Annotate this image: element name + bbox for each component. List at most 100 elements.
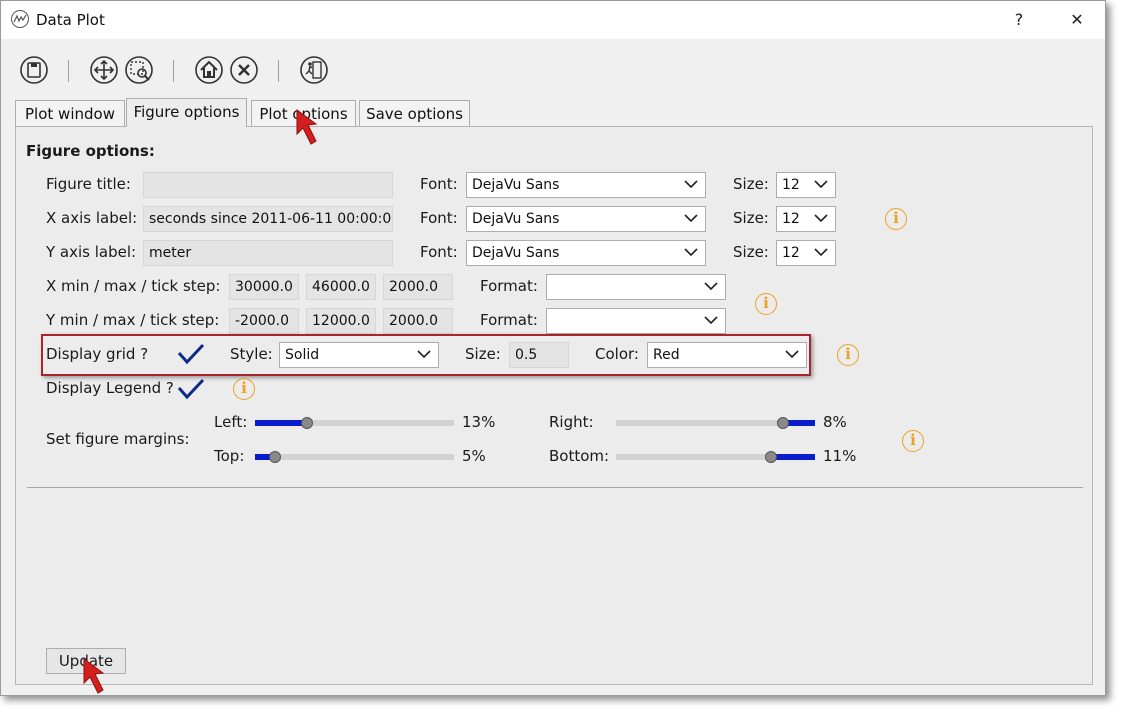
margin-right-label: Right: [549, 413, 594, 431]
info-icon[interactable]: i [837, 344, 859, 366]
info-icon[interactable]: i [233, 378, 255, 400]
grid-style-select[interactable]: Solid [279, 342, 439, 368]
toolbar-separator [278, 60, 279, 82]
toolbar-separator [68, 60, 69, 82]
divider [27, 487, 1083, 488]
grid-color-label: Color: [595, 345, 639, 363]
x-format-select[interactable] [546, 274, 726, 300]
y-axis-label-input[interactable]: meter [143, 240, 393, 266]
grid-style-value: Solid [285, 347, 320, 363]
grid-color-select[interactable]: Red [647, 342, 807, 368]
margin-left-value: 13% [462, 413, 496, 431]
grid-size-input[interactable]: 0.5 [509, 342, 569, 368]
grid-color-value: Red [653, 347, 680, 363]
title-font-label: Font: [420, 175, 458, 193]
chevron-down-icon [684, 180, 698, 189]
section-title: Figure options: [26, 142, 155, 160]
x-font-select[interactable]: DejaVu Sans [466, 206, 706, 232]
figure-title-input[interactable] [143, 172, 393, 198]
margin-top-value: 5% [462, 447, 486, 465]
title-size-value: 12 [782, 177, 800, 193]
chevron-down-icon [704, 282, 718, 291]
title-size-select[interactable]: 12 [776, 172, 836, 198]
x-axis-label-input[interactable]: seconds since 2011-06-11 00:00:00 U [143, 206, 393, 232]
tab-save-options[interactable]: Save options [359, 100, 470, 127]
y-format-label: Format: [480, 311, 538, 329]
display-grid-checkbox[interactable] [177, 343, 205, 365]
toolbar-separator [173, 60, 174, 82]
chevron-down-icon [684, 248, 698, 257]
y-min-input[interactable]: -2000.0 [229, 308, 299, 334]
info-icon[interactable]: i [755, 293, 777, 315]
y-range-label: Y min / max / tick step: [46, 311, 220, 329]
app-icon [11, 10, 29, 28]
chevron-down-icon [814, 180, 828, 189]
slider-track [255, 454, 454, 460]
x-min-input[interactable]: 30000.0 [229, 274, 299, 300]
zoom-rect-icon[interactable] [124, 55, 154, 85]
x-size-select[interactable]: 12 [776, 206, 836, 232]
display-legend-label: Display Legend ? [46, 379, 174, 397]
info-icon[interactable]: i [885, 208, 907, 230]
info-icon[interactable]: i [902, 430, 924, 452]
margin-bottom-value: 11% [823, 447, 857, 465]
slider-handle[interactable] [269, 451, 281, 463]
pan-icon[interactable] [89, 55, 119, 85]
slider-handle[interactable] [777, 417, 789, 429]
save-icon[interactable] [19, 55, 49, 85]
y-axis-label-label: Y axis label: [46, 243, 137, 261]
chevron-down-icon [704, 316, 718, 325]
grid-size-label: Size: [465, 345, 501, 363]
y-size-label: Size: [733, 243, 769, 261]
slider-handle[interactable] [765, 451, 777, 463]
data-plot-window: Data Plot ? ✕ Plot window Figure options [0, 0, 1106, 696]
x-range-label: X min / max / tick step: [46, 277, 221, 295]
chevron-down-icon [814, 214, 828, 223]
slider-fill [255, 420, 307, 426]
window-title: Data Plot [36, 11, 105, 29]
slider-handle[interactable] [301, 417, 313, 429]
x-step-input[interactable]: 2000.0 [383, 274, 453, 300]
y-font-value: DejaVu Sans [472, 245, 560, 261]
margin-bottom-label: Bottom: [549, 447, 610, 465]
y-max-input[interactable]: 12000.0 [306, 308, 376, 334]
margins-label: Set figure margins: [46, 430, 190, 448]
close-button[interactable]: ✕ [1062, 7, 1092, 33]
tab-figure-options[interactable]: Figure options [126, 98, 247, 127]
title-font-value: DejaVu Sans [472, 177, 560, 193]
pointer-arrow-icon [83, 658, 105, 694]
title-size-label: Size: [733, 175, 769, 193]
chevron-down-icon [684, 214, 698, 223]
margin-right-value: 8% [823, 413, 847, 431]
title-font-select[interactable]: DejaVu Sans [466, 172, 706, 198]
x-size-label: Size: [733, 209, 769, 227]
chevron-down-icon [417, 350, 431, 359]
exit-icon[interactable] [299, 55, 329, 85]
x-size-value: 12 [782, 211, 800, 227]
x-font-value: DejaVu Sans [472, 211, 560, 227]
x-axis-label-label: X axis label: [46, 209, 138, 227]
figure-title-label: Figure title: [46, 175, 131, 193]
x-max-input[interactable]: 46000.0 [306, 274, 376, 300]
help-button[interactable]: ? [1004, 7, 1034, 33]
pointer-arrow-icon [296, 109, 318, 145]
x-font-label: Font: [420, 209, 458, 227]
y-size-select[interactable]: 12 [776, 240, 836, 266]
y-format-select[interactable] [546, 308, 726, 334]
slider-fill [771, 454, 815, 460]
y-font-select[interactable]: DejaVu Sans [466, 240, 706, 266]
y-size-value: 12 [782, 245, 800, 261]
home-icon[interactable] [194, 55, 224, 85]
display-legend-checkbox[interactable] [177, 378, 205, 400]
grid-style-label: Style: [230, 345, 273, 363]
chevron-down-icon [785, 350, 799, 359]
y-step-input[interactable]: 2000.0 [383, 308, 453, 334]
margin-top-label: Top: [214, 447, 245, 465]
clear-icon[interactable] [229, 55, 259, 85]
margin-left-label: Left: [214, 413, 248, 431]
x-format-label: Format: [480, 277, 538, 295]
tab-plot-window[interactable]: Plot window [15, 100, 125, 127]
chevron-down-icon [814, 248, 828, 257]
title-bar: Data Plot ? ✕ [1, 1, 1105, 39]
display-grid-label: Display grid ? [46, 345, 149, 363]
